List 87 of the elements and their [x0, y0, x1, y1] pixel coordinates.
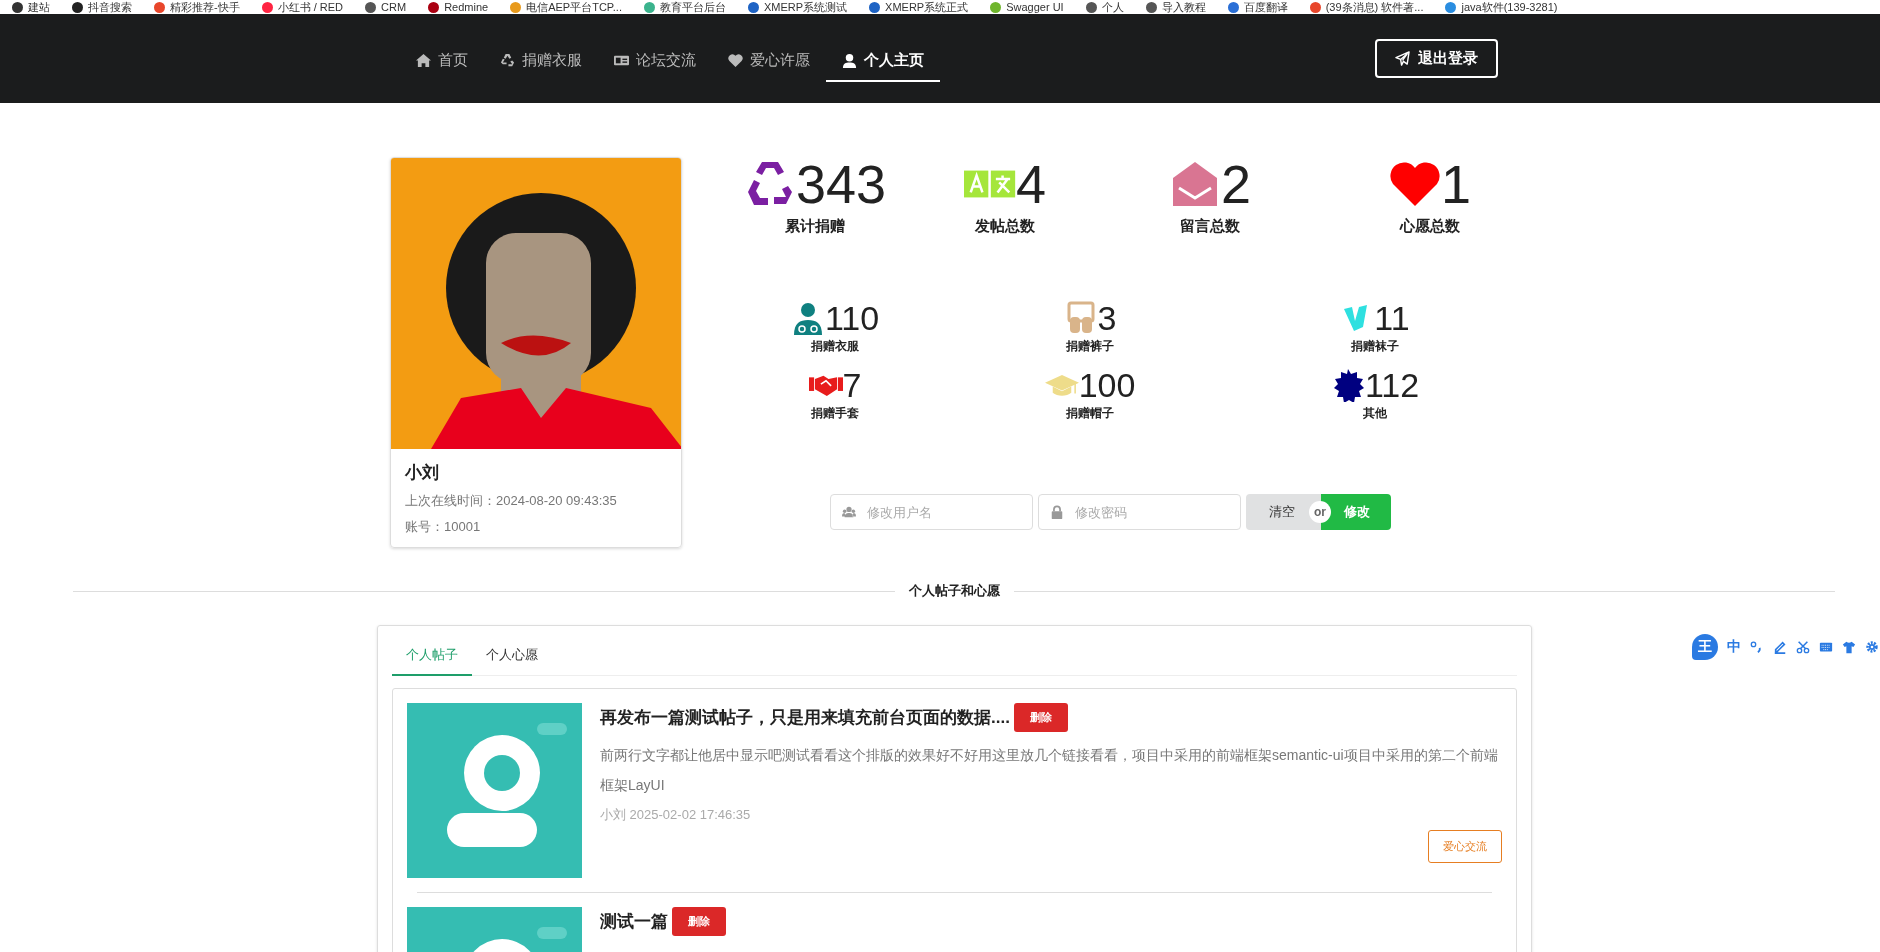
- logout-button[interactable]: 退出登录: [1375, 39, 1498, 78]
- stat-label: 留言总数: [1180, 217, 1240, 236]
- nav-tab[interactable]: 个人主页: [826, 41, 940, 82]
- ime-logo[interactable]: 王: [1692, 634, 1718, 660]
- stat-label: 其他: [1363, 405, 1387, 422]
- bookmark-icon: [747, 1, 759, 13]
- bookmark-icon: [1309, 1, 1321, 13]
- stat-number: 3: [1097, 300, 1117, 336]
- bookmark-link[interactable]: 个人: [1085, 1, 1124, 13]
- bookmark-link[interactable]: 教育平台后台: [643, 1, 726, 13]
- bookmark-link[interactable]: 百度翻译: [1227, 1, 1288, 13]
- user-icon: [842, 53, 857, 68]
- bookmark-link[interactable]: 小红书 / RED: [261, 1, 344, 13]
- bookmark-icon: [154, 1, 165, 13]
- user-name: 小刘: [405, 462, 440, 484]
- stat-number: 2: [1220, 157, 1251, 211]
- stat-number: 110: [824, 300, 880, 336]
- stat-number: 343: [795, 157, 887, 211]
- home-icon: [416, 53, 431, 68]
- bookmark-link[interactable]: 抖音搜索: [72, 1, 132, 13]
- bookmark-link[interactable]: 精彩推荐-快手: [154, 1, 240, 13]
- section-title: 个人帖子和心愿: [908, 582, 1000, 600]
- punctuation-icon[interactable]: [1750, 640, 1764, 654]
- bookmark-icon: [12, 1, 23, 13]
- bookmark-icon: [365, 1, 377, 13]
- bookmark-icon: [990, 1, 1002, 13]
- stat-label: 捐赠衣服: [811, 338, 859, 355]
- bookmark-link[interactable]: CRM: [365, 1, 407, 13]
- bookmark-link[interactable]: 导入教程: [1145, 1, 1206, 13]
- stat-number: 4: [1015, 157, 1046, 211]
- bookmark-icon: [428, 1, 440, 13]
- stat-label: 发帖总数: [975, 217, 1035, 236]
- settings-icon[interactable]: [1865, 640, 1879, 654]
- stat-number: 1: [1440, 157, 1471, 211]
- bookmark-icon: [643, 1, 655, 13]
- bookmark-icon: [869, 1, 881, 13]
- nav-tab[interactable]: 首页: [400, 41, 484, 82]
- last-online-text: 上次在线时间：2024-08-20 09:43:35: [405, 492, 618, 510]
- bookmark-icon: [510, 1, 522, 13]
- bookmark-link[interactable]: XMERP系统正式: [869, 1, 969, 13]
- bookmark-link[interactable]: 建站: [12, 1, 50, 13]
- stat-label: 捐赠袜子: [1351, 338, 1399, 355]
- post-meta: 小刘 2025-02-02 17:46:35: [600, 806, 752, 824]
- tab[interactable]: 个人帖子: [392, 636, 472, 676]
- bookmark-icon: [1085, 1, 1097, 13]
- nav-tab[interactable]: 论坛交流: [598, 41, 712, 82]
- password-field[interactable]: 修改密码: [1038, 494, 1241, 530]
- bookmark-link[interactable]: java软件(139-3281): [1445, 1, 1558, 13]
- keyboard-icon[interactable]: [1819, 640, 1833, 654]
- stat-label: 累计捐赠: [785, 217, 845, 236]
- stat-label: 捐赠帽子: [1066, 405, 1114, 422]
- nav-tab[interactable]: 捐赠衣服: [484, 41, 598, 82]
- bookmark-link[interactable]: Redmine: [428, 1, 489, 13]
- stat-number: 7: [842, 367, 862, 403]
- heart-icon: [728, 53, 743, 68]
- post-title: 再发布一篇测试帖子，只是用来填充前台页面的数据....: [600, 707, 1010, 729]
- tab[interactable]: 个人心愿: [472, 636, 552, 676]
- delete-button[interactable]: 删除: [672, 907, 726, 936]
- post-body: 前两行文字都让他居中显示吧测试看看这个排版的效果好不好用这里放几个链接看看，项目中采用的前端框架semantic-ui项目中采用的第二个前端框架LayUI: [600, 746, 1499, 795]
- paper-plane-icon: [1395, 51, 1410, 66]
- stat-label: 捐赠裤子: [1066, 338, 1114, 355]
- input-mode-toggle[interactable]: 中: [1727, 638, 1741, 656]
- bookmark-icon: [1445, 1, 1457, 13]
- stat-number: 100: [1078, 367, 1136, 403]
- stat-number: 11: [1374, 300, 1410, 336]
- bookmark-icon: [261, 1, 273, 13]
- post-title: 测试一篇: [600, 911, 668, 933]
- delete-button[interactable]: 删除: [1013, 703, 1068, 732]
- nav-tab[interactable]: 爱心许愿: [712, 41, 826, 82]
- username-field[interactable]: 修改用户名: [830, 494, 1033, 530]
- pencil-icon[interactable]: [1773, 640, 1787, 654]
- bookmark-link[interactable]: XMERP系统测试: [747, 1, 848, 13]
- scissors-icon[interactable]: [1796, 640, 1810, 654]
- stat-label: 捐赠手套: [811, 405, 859, 422]
- bookmark-link[interactable]: Swagger UI: [990, 1, 1064, 13]
- bookmark-icon: [1145, 1, 1157, 13]
- stat-label: 心愿总数: [1400, 217, 1460, 236]
- bookmark-link[interactable]: 电信AEP平台TCP...: [510, 1, 622, 13]
- lock-icon: [1050, 505, 1064, 519]
- bookmark-icon: [1227, 1, 1239, 13]
- stat-number: 112: [1364, 367, 1420, 403]
- shirt-icon[interactable]: [1842, 640, 1856, 654]
- users-icon: [842, 505, 856, 519]
- account-text: 账号：10001: [405, 518, 482, 536]
- recycle-icon: [500, 53, 515, 68]
- id-card-icon: [614, 53, 629, 68]
- bookmark-link[interactable]: (39条消息) 软件著...: [1309, 1, 1424, 13]
